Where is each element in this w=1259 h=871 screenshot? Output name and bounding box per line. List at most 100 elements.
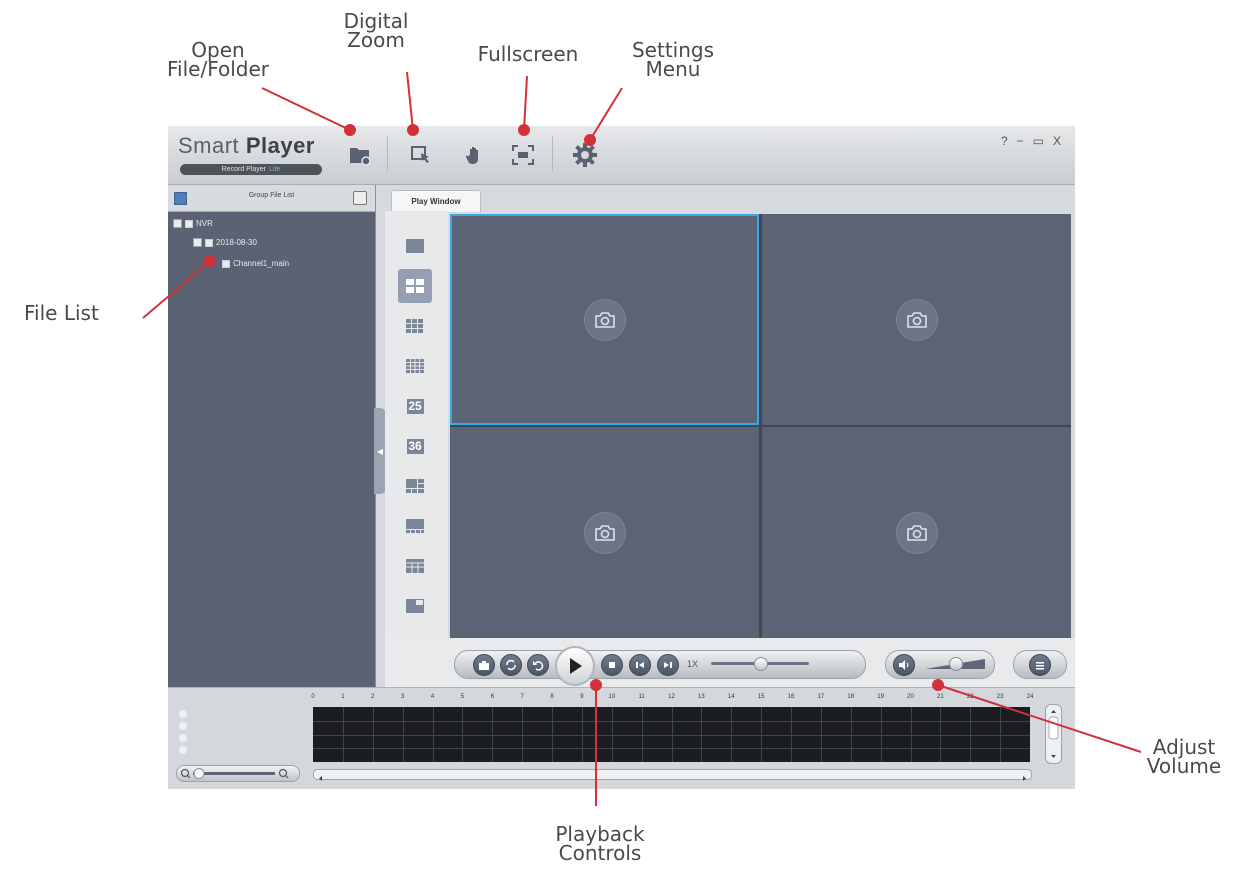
step-back-icon bbox=[636, 662, 644, 668]
title-bar: Smart Player Record Player Lite ? − ▭ X bbox=[168, 126, 1075, 185]
zoom-dot[interactable] bbox=[179, 710, 187, 718]
timeline-vertical-scrollbar[interactable] bbox=[1045, 704, 1062, 764]
split-4-button[interactable] bbox=[398, 269, 432, 303]
split-36-button[interactable]: 36 bbox=[398, 429, 432, 463]
callout-line-digital-zoom bbox=[406, 71, 414, 131]
split-custom-1-button[interactable] bbox=[398, 469, 432, 503]
expand-icon[interactable] bbox=[173, 219, 182, 228]
open-file-folder-button[interactable] bbox=[346, 141, 374, 169]
playlist-button[interactable] bbox=[1029, 654, 1051, 676]
tree-node-label: Channel1_main bbox=[233, 259, 290, 268]
zoom-dot[interactable] bbox=[179, 746, 187, 754]
split-custom-4-button[interactable] bbox=[398, 589, 432, 623]
playback-speed-label: 1X bbox=[687, 659, 699, 669]
timeline-hour-label: 23 bbox=[996, 694, 1004, 700]
volume-slider-knob[interactable] bbox=[949, 657, 963, 671]
tree-node-label: NVR bbox=[196, 219, 213, 228]
split-custom-3-icon bbox=[406, 559, 424, 573]
timeline-grid-hour-line bbox=[462, 707, 464, 762]
loop-icon bbox=[506, 659, 516, 671]
previous-frame-button[interactable] bbox=[629, 654, 651, 676]
timeline-zoom-slider[interactable] bbox=[176, 765, 300, 782]
maximize-button[interactable]: ▭ bbox=[1033, 134, 1044, 148]
timeline-grid-hour-line bbox=[910, 707, 912, 762]
timeline-hour-label: 6 bbox=[490, 694, 494, 700]
brand-name-bold: Player bbox=[245, 133, 315, 158]
callout-line-open-file bbox=[261, 87, 351, 131]
split-16-button[interactable] bbox=[398, 349, 432, 383]
speed-slider-knob[interactable] bbox=[754, 657, 768, 671]
tab-bar: Play Window bbox=[385, 185, 1075, 212]
timeline-grid-hour-line bbox=[1000, 707, 1002, 762]
pan-button[interactable] bbox=[461, 141, 489, 169]
timeline-grid-hour-line bbox=[701, 707, 703, 762]
split-25-label: 25 bbox=[406, 398, 424, 414]
video-window-4[interactable] bbox=[762, 427, 1071, 638]
tree-node-channel[interactable]: Channel1_main bbox=[222, 259, 289, 268]
help-button[interactable]: ? bbox=[1001, 134, 1008, 148]
timeline-hour-label: 21 bbox=[937, 694, 944, 700]
snapshot-icon[interactable] bbox=[895, 298, 938, 341]
timeline-hour-label: 2 bbox=[371, 694, 375, 700]
loop-button[interactable] bbox=[500, 654, 522, 676]
file-list-menu-button[interactable] bbox=[353, 191, 367, 205]
tree-node-date[interactable]: 2018-08-30 bbox=[193, 238, 257, 247]
checkbox-icon[interactable] bbox=[205, 238, 213, 247]
tree-node-nvr[interactable]: NVR bbox=[173, 219, 213, 228]
annotation-digital-zoom: Digital Zoom bbox=[343, 9, 409, 52]
next-frame-button[interactable] bbox=[657, 654, 679, 676]
play-icon bbox=[570, 658, 582, 674]
timeline-grid-hour-line bbox=[492, 707, 494, 762]
playback-controls: 1X bbox=[385, 638, 1075, 687]
timeline-grid-hour-line bbox=[342, 707, 344, 762]
hand-icon bbox=[466, 147, 478, 164]
split-16-icon bbox=[406, 359, 424, 373]
tab-play-window[interactable]: Play Window bbox=[391, 190, 481, 212]
split-1-button[interactable] bbox=[398, 229, 432, 263]
timeline-grid-hour-line bbox=[522, 707, 524, 762]
toolbar-separator bbox=[387, 136, 388, 172]
timeline-grid-hour-line bbox=[671, 707, 673, 762]
split-layout-bar: 25 36 bbox=[385, 211, 448, 687]
camera-icon bbox=[479, 661, 489, 670]
zoom-dot[interactable] bbox=[179, 734, 187, 742]
snapshot-icon[interactable] bbox=[895, 511, 938, 554]
close-button[interactable]: X bbox=[1053, 134, 1061, 148]
play-button[interactable] bbox=[555, 646, 595, 686]
split-custom-2-button[interactable] bbox=[398, 509, 432, 543]
stop-button[interactable] bbox=[601, 654, 623, 676]
undo-icon bbox=[533, 661, 544, 671]
checkbox-icon[interactable] bbox=[222, 259, 230, 268]
snapshot-button[interactable] bbox=[473, 654, 495, 676]
timeline-grid-hour-line bbox=[880, 707, 882, 762]
split-25-button[interactable]: 25 bbox=[398, 389, 432, 423]
video-window-1[interactable] bbox=[450, 214, 759, 425]
timeline-grid-hour-line bbox=[820, 707, 822, 762]
fullscreen-icon bbox=[512, 145, 534, 165]
mute-button[interactable] bbox=[893, 654, 915, 676]
digital-zoom-button[interactable] bbox=[407, 141, 435, 169]
snapshot-icon[interactable] bbox=[583, 298, 626, 341]
timeline-grid-hour-line bbox=[970, 707, 972, 762]
timeline-grid[interactable] bbox=[313, 707, 1030, 762]
split-1-icon bbox=[406, 239, 424, 253]
timeline-horizontal-scrollbar[interactable] bbox=[313, 769, 1032, 781]
toolbar-separator bbox=[552, 136, 553, 172]
settings-menu-button[interactable] bbox=[571, 141, 599, 169]
gear-icon bbox=[573, 143, 597, 167]
snapshot-icon[interactable] bbox=[583, 511, 626, 554]
zoom-dot[interactable] bbox=[179, 722, 187, 730]
expand-icon[interactable] bbox=[193, 238, 202, 247]
rewind-button[interactable] bbox=[527, 654, 549, 676]
video-window-3[interactable] bbox=[450, 427, 759, 638]
timeline-hour-label: 7 bbox=[520, 694, 524, 700]
minimize-button[interactable]: − bbox=[1017, 134, 1024, 148]
video-window-2[interactable] bbox=[762, 214, 1071, 425]
split-custom-3-button[interactable] bbox=[398, 549, 432, 583]
file-list-title: Group File List bbox=[248, 192, 295, 199]
video-grid bbox=[450, 214, 1071, 638]
split-9-button[interactable] bbox=[398, 309, 432, 343]
fullscreen-button[interactable] bbox=[509, 141, 537, 169]
callout-line-fullscreen bbox=[523, 75, 528, 131]
checkbox-icon[interactable] bbox=[185, 219, 193, 228]
